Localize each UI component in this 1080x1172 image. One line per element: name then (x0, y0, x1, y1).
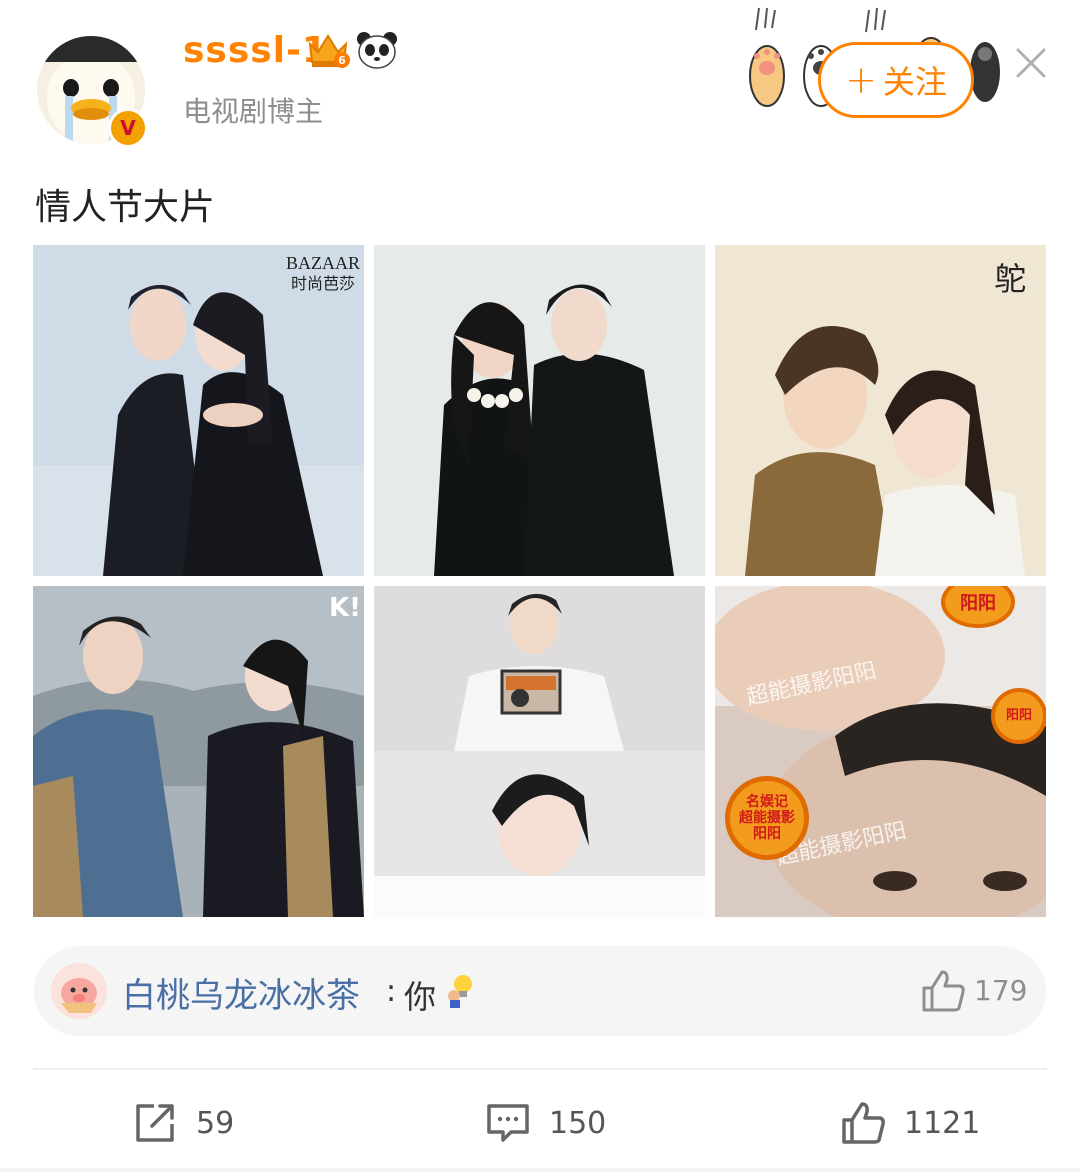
grid-image-6[interactable]: 超能摄影阳阳 超能摄影阳阳 阳阳 阳阳 名娱记 超能摄影 阳阳 (715, 586, 1046, 917)
svg-text:鸵: 鸵 (994, 260, 1026, 298)
verified-badge-icon: V (108, 108, 148, 148)
bottom-divider (0, 1168, 1080, 1172)
comment-user-avatar[interactable] (51, 963, 107, 1019)
top-comment[interactable]: 白桃乌龙冰冰茶 : 你 179 (34, 946, 1046, 1036)
plus-icon: + (845, 58, 877, 102)
watermark-stamp: 名娱记 超能摄影 阳阳 (725, 776, 809, 860)
comment-like-count: 179 (974, 974, 1028, 1007)
divider (33, 1068, 1047, 1070)
panda-icon (357, 32, 397, 69)
follow-button[interactable]: + 关注 (818, 42, 974, 118)
svg-text:K!: K! (329, 593, 361, 623)
watermark-stamp: 阳阳 (991, 688, 1046, 744)
post-text: 情人节大片 (35, 187, 216, 228)
repost-button[interactable]: 59 (132, 1098, 234, 1148)
grid-image-4[interactable]: K! (33, 586, 364, 917)
user-subtitle: 电视剧博主 (183, 95, 324, 128)
comment-username[interactable]: 白桃乌龙冰冰茶 (122, 968, 360, 1017)
image-grid: BAZAAR 时尚芭莎 鸵 K! 超能摄影阳阳 超能摄影阳阳 阳阳 阳阳 名娱记… (33, 245, 1047, 917)
comment-button[interactable]: 150 (485, 1098, 606, 1148)
like-count: 1121 (904, 1105, 981, 1141)
crown-level-6-icon: 6 (308, 34, 350, 68)
like-button[interactable]: 1121 (840, 1098, 980, 1148)
close-icon[interactable] (1016, 48, 1046, 78)
repost-icon (136, 1104, 174, 1142)
repost-count: 59 (196, 1105, 235, 1141)
svg-text:时尚芭莎: 时尚芭莎 (291, 274, 355, 293)
grid-image-3[interactable]: 鸵 (715, 245, 1046, 576)
comment-icon (487, 1104, 529, 1142)
follow-label: 关注 (882, 63, 947, 101)
lightbulb-emoji-icon (448, 975, 472, 1008)
grid-image-1[interactable]: BAZAAR 时尚芭莎 (33, 245, 364, 576)
like-icon[interactable] (920, 968, 966, 1014)
comment-text: 你 (404, 978, 437, 1016)
weibo-post-card: V ssssl-1 6 电视剧博主 + 关注 情人节大片 BAZAAR 时尚芭莎… (0, 0, 1080, 1172)
comment-separator: : (386, 974, 397, 1009)
svg-text:BAZAAR: BAZAAR (286, 253, 360, 273)
svg-text:6: 6 (338, 54, 346, 67)
comment-count: 150 (549, 1105, 607, 1141)
grid-image-5[interactable] (374, 586, 705, 917)
like-icon (842, 1102, 885, 1144)
grid-image-2[interactable] (374, 245, 705, 576)
